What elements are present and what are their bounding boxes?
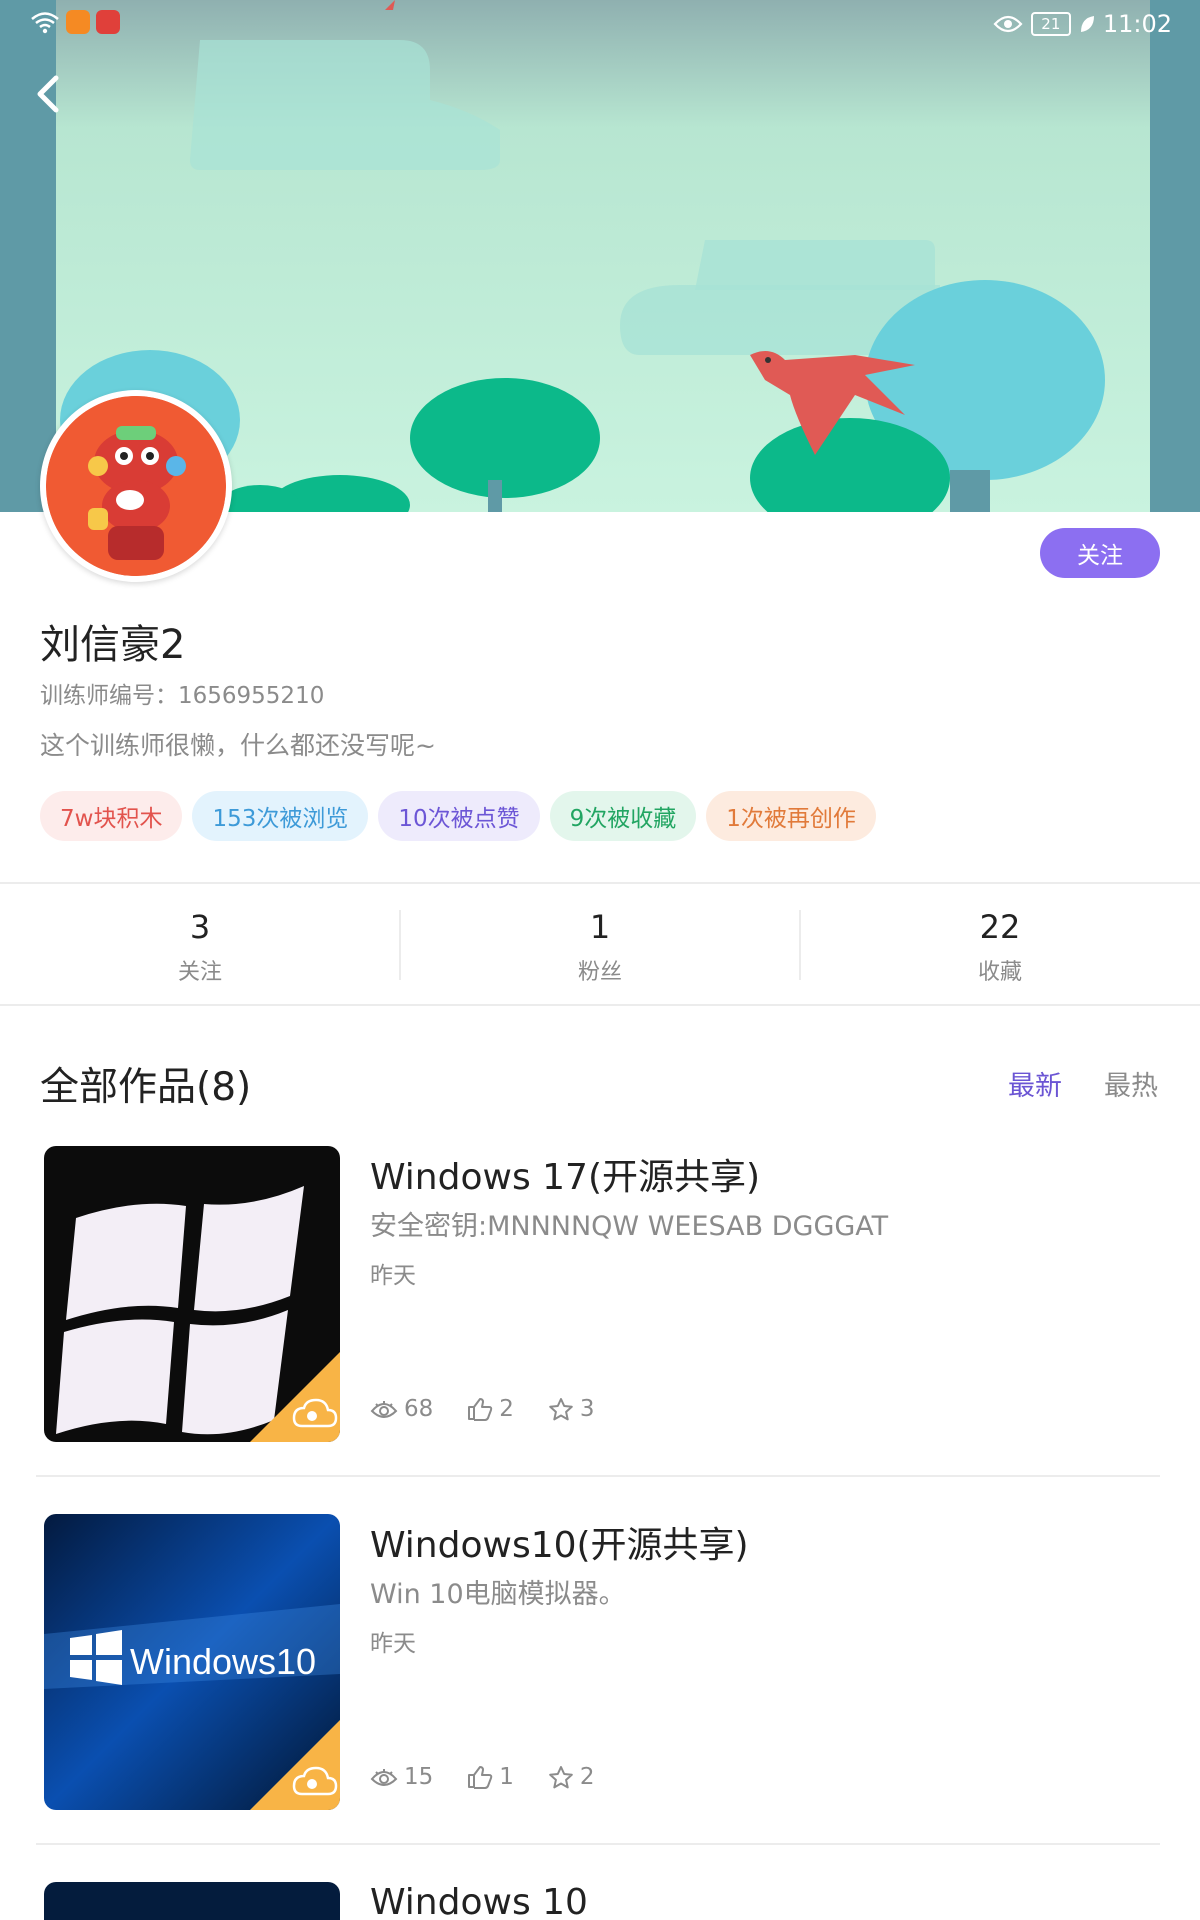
likes-metric[interactable]: 1 <box>467 1764 514 1790</box>
tag-likes: 10次被点赞 <box>378 791 540 841</box>
views-metric: 15 <box>370 1764 433 1790</box>
work-thumbnail <box>44 1146 340 1442</box>
work-card[interactable]: Windows10 Windows10(开源共享) Win 10电脑模拟器。 昨… <box>40 1508 1160 1810</box>
thumbs-up-icon <box>468 1398 493 1421</box>
favorites-count: 3 <box>579 1396 595 1422</box>
divider <box>36 1475 1160 1477</box>
work-date: 昨天 <box>370 1631 416 1657</box>
work-metrics: 68 2 3 <box>370 1396 629 1422</box>
views-count: 15 <box>404 1764 434 1790</box>
star-icon <box>549 1766 573 1789</box>
work-date: 昨天 <box>370 1263 416 1289</box>
stat-label: 关注 <box>177 960 222 985</box>
stat-value: 3 <box>189 908 211 946</box>
eye-icon <box>993 15 1023 33</box>
sort-hottest-tab[interactable]: 最热 <box>1104 1064 1158 1103</box>
likes-metric[interactable]: 2 <box>467 1396 514 1422</box>
stats-bar: 3 关注 1 粉丝 22 收藏 <box>0 884 1200 1004</box>
thumb-text: Windows10 <box>130 1641 316 1682</box>
sort-newest-tab[interactable]: 最新 <box>1008 1064 1062 1103</box>
tag-remixes: 1次被再创作 <box>706 791 876 841</box>
remix-cloud-icon <box>250 1720 340 1810</box>
views-metric: 68 <box>370 1396 433 1422</box>
trainer-id: 训练师编号：1656955210 <box>40 683 325 709</box>
work-thumbnail <box>44 1882 340 1920</box>
tag-blocks: 7w块积木 <box>40 791 183 841</box>
stat-favorites[interactable]: 22 收藏 <box>800 884 1200 1004</box>
favorites-metric[interactable]: 2 <box>548 1764 595 1790</box>
work-card[interactable]: Windows 10 <box>40 1876 1160 1920</box>
user-bio: 这个训练师很懒，什么都还没写呢~ <box>40 731 436 760</box>
notification-app-icon <box>96 10 120 34</box>
eye-icon <box>370 1769 398 1786</box>
avatar[interactable] <box>40 390 232 582</box>
user-name: 刘信豪2 <box>40 622 186 668</box>
wifi-icon <box>31 12 59 34</box>
status-bar: 21 11:02 <box>0 0 1200 48</box>
works-section-title: 全部作品(8) <box>40 1065 252 1110</box>
work-description: Win 10电脑模拟器。 <box>370 1579 626 1610</box>
work-title: Windows 10 <box>370 1882 588 1920</box>
favorites-metric[interactable]: 3 <box>548 1396 595 1422</box>
achievement-tags: 7w块积木 153次被浏览 10次被点赞 9次被收藏 1次被再创作 <box>40 791 876 841</box>
stat-label: 收藏 <box>977 960 1022 985</box>
likes-count: 2 <box>499 1396 514 1422</box>
eye-icon <box>370 1401 398 1418</box>
stat-followers[interactable]: 1 粉丝 <box>400 884 800 1004</box>
thumbs-up-icon <box>468 1766 493 1789</box>
notification-app-icon <box>66 10 90 34</box>
star-icon <box>549 1398 573 1421</box>
work-description: 安全密钥:MNNNNQW WEESAB DGGGAT <box>370 1211 889 1242</box>
stat-following[interactable]: 3 关注 <box>0 884 400 1004</box>
work-title: Windows 17(开源共享) <box>370 1157 761 1198</box>
favorites-count: 2 <box>579 1764 595 1790</box>
status-time: 11:02 <box>1102 10 1172 38</box>
views-count: 68 <box>404 1396 434 1422</box>
divider <box>0 1004 1200 1006</box>
leaf-icon <box>1080 16 1094 32</box>
tag-favorites: 9次被收藏 <box>549 791 697 841</box>
windows10-wallpaper-image <box>44 1882 340 1920</box>
likes-count: 1 <box>499 1764 514 1790</box>
avatar-lion-dance-image <box>46 396 226 576</box>
tag-views: 153次被浏览 <box>192 791 369 841</box>
stat-value: 22 <box>979 908 1021 946</box>
divider <box>36 1843 1160 1845</box>
work-card[interactable]: Windows 17(开源共享) 安全密钥:MNNNNQW WEESAB DGG… <box>40 1140 1160 1442</box>
back-arrow-icon[interactable] <box>28 66 74 122</box>
stat-label: 粉丝 <box>577 960 622 985</box>
work-thumbnail: Windows10 <box>44 1514 340 1810</box>
follow-button[interactable]: 关注 <box>1040 528 1160 578</box>
battery-icon: 21 <box>1030 12 1071 36</box>
stat-value: 1 <box>589 908 611 946</box>
work-title: Windows10(开源共享) <box>370 1525 749 1566</box>
remix-cloud-icon <box>250 1352 340 1442</box>
work-metrics: 15 1 2 <box>370 1764 629 1790</box>
